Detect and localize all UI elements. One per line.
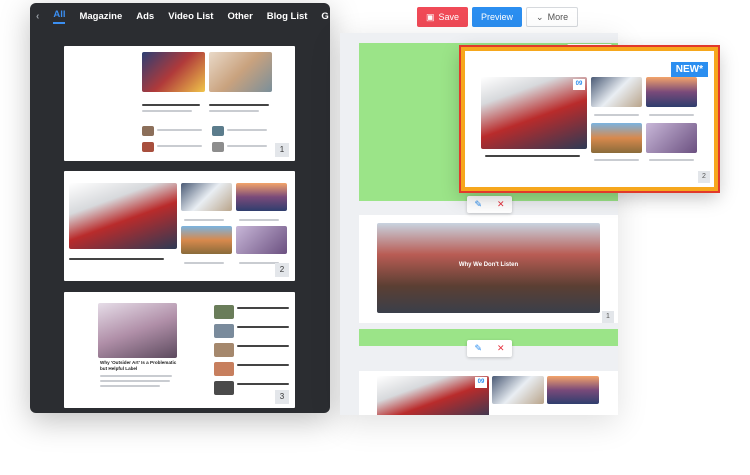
tab-more-truncated[interactable]: G bbox=[321, 11, 328, 22]
thumbnail-image bbox=[181, 226, 232, 254]
thumbnail-image bbox=[209, 52, 272, 92]
thumbnail-image bbox=[181, 183, 232, 211]
thumbnail-number: 2 bbox=[275, 263, 289, 277]
chevron-left-icon[interactable]: ‹ bbox=[36, 11, 39, 22]
save-icon: ▣ bbox=[426, 11, 435, 22]
template-thumbnail-1[interactable]: 1 bbox=[64, 46, 295, 161]
tab-other[interactable]: Other bbox=[227, 11, 252, 22]
more-button[interactable]: ⌄ More bbox=[526, 7, 579, 27]
section-edit-controls: ✎ ✕ bbox=[467, 196, 512, 213]
slider-caption: Why We Don't Listen bbox=[458, 262, 519, 268]
news-image bbox=[377, 376, 489, 415]
slider-image bbox=[377, 223, 600, 313]
block-image bbox=[481, 77, 587, 149]
thumbnail-number: 1 bbox=[275, 143, 289, 157]
tab-magazine[interactable]: Magazine bbox=[79, 11, 122, 22]
block-image bbox=[646, 123, 697, 153]
block-image bbox=[591, 77, 642, 107]
date-badge: 09 bbox=[475, 377, 487, 388]
news-image bbox=[547, 376, 599, 404]
tab-ads[interactable]: Ads bbox=[136, 11, 154, 22]
save-button[interactable]: ▣ Save bbox=[417, 7, 469, 27]
canvas-section-slider[interactable]: Why We Don't Listen 1 bbox=[359, 215, 618, 323]
template-tabs: ‹ All Magazine Ads Video List Other Blog… bbox=[30, 3, 330, 29]
thumbnail-number: 3 bbox=[275, 390, 289, 404]
block-image bbox=[646, 77, 697, 107]
thumbnail-image bbox=[69, 183, 177, 249]
thumbnail-image bbox=[236, 183, 287, 211]
template-library-panel: ‹ All Magazine Ads Video List Other Blog… bbox=[30, 3, 330, 413]
chevron-down-icon: ⌄ bbox=[536, 11, 544, 22]
date-badge: 09 bbox=[573, 79, 585, 90]
thumbnail-image bbox=[98, 303, 177, 358]
thumbnail-image bbox=[142, 52, 205, 92]
tab-video-list[interactable]: Video List bbox=[168, 11, 213, 22]
thumbnail-caption: Why 'Outsider Art' Is a Problematic but … bbox=[100, 360, 177, 371]
pencil-icon[interactable]: ✎ bbox=[474, 343, 482, 354]
section-number: 2 bbox=[698, 171, 710, 183]
template-thumbnail-2[interactable]: 2 bbox=[64, 171, 295, 281]
block-image bbox=[591, 123, 642, 153]
pencil-icon[interactable]: ✎ bbox=[474, 199, 482, 210]
template-thumbnail-3[interactable]: Why 'Outsider Art' Is a Problematic but … bbox=[64, 292, 295, 408]
tab-blog-list[interactable]: Blog List bbox=[267, 11, 308, 22]
close-icon[interactable]: ✕ bbox=[497, 199, 505, 210]
canvas-section-news[interactable]: 09 bbox=[359, 371, 618, 415]
close-icon[interactable]: ✕ bbox=[497, 343, 505, 354]
preview-button[interactable]: Preview bbox=[472, 7, 523, 27]
section-number: 1 bbox=[602, 311, 614, 323]
editor-toolbar: ▣ Save Preview ⌄ More bbox=[417, 7, 579, 27]
new-template-block[interactable]: NEW* 09 2 bbox=[459, 45, 720, 193]
thumbnail-image bbox=[236, 226, 287, 254]
tab-all[interactable]: All bbox=[53, 9, 66, 24]
new-badge: NEW* bbox=[670, 62, 708, 77]
section-edit-controls: ✎ ✕ bbox=[467, 340, 512, 357]
news-image bbox=[492, 376, 544, 404]
builder-stage: ‹ All Magazine Ads Video List Other Blog… bbox=[0, 0, 750, 475]
